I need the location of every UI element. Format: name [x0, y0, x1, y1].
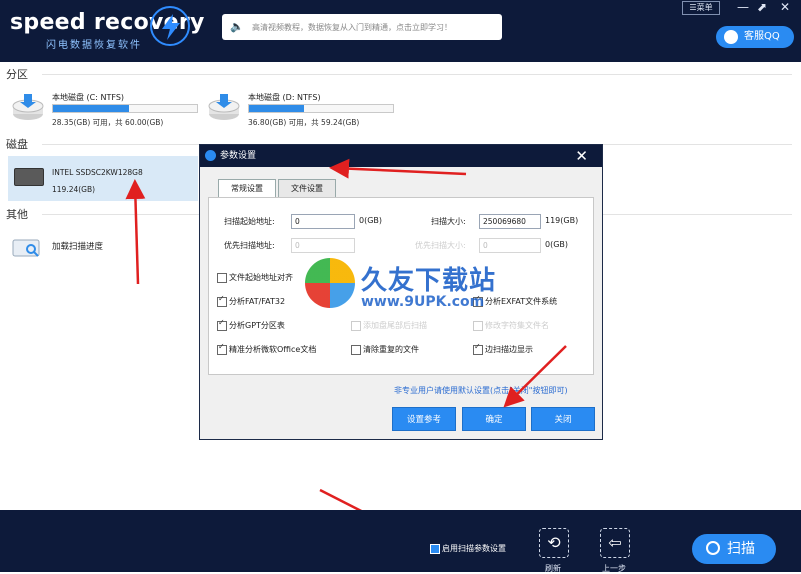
settings-reference-button[interactable]: 设置参考	[392, 407, 456, 431]
scan-size-input[interactable]: 250069680	[479, 214, 541, 229]
drive-usage-bar	[248, 104, 394, 113]
priority-size-label: 优先扫描大小:	[415, 241, 466, 250]
disk-item-selected[interactable]: INTEL SSDSC2KW128G8 119.24(GB)	[8, 156, 198, 201]
bottom-bar: 启用扫描参数设置 ⟲ 刷新 ⇦ 上一步 扫描	[0, 510, 801, 573]
scan-size-unit: 119(GB)	[545, 216, 579, 225]
load-progress-icon	[12, 239, 40, 257]
drive-size: 28.35(GB) 可用，共 60.00(GB)	[52, 118, 164, 127]
file-start-align-checkbox[interactable]: 文件起始地址对齐	[217, 272, 293, 283]
brand-subtitle: 闪电数据恢复软件	[46, 40, 142, 51]
priority-size-input[interactable]: 0	[479, 238, 541, 253]
section-partition: 分区	[6, 66, 792, 82]
dialog-title: 参数设置	[220, 151, 257, 161]
close-icon[interactable]: ✕	[780, 0, 790, 14]
priority-size-unit: 0(GB)	[545, 240, 569, 249]
qq-support-button[interactable]: 客服QQ	[716, 26, 794, 48]
scan-button[interactable]: 扫描	[692, 534, 776, 564]
watermark-url: www.9UPK.com	[361, 294, 485, 310]
tab-general[interactable]: 常规设置	[218, 179, 276, 198]
watermark-text: 久友下载站	[361, 266, 497, 296]
enable-scan-params-checkbox[interactable]: 启用扫描参数设置	[430, 543, 506, 554]
analyze-fat-checkbox[interactable]: 分析FAT/FAT32	[217, 294, 285, 307]
divider	[42, 74, 792, 75]
priority-address-label: 优先扫描地址:	[224, 241, 275, 250]
section-disk-title: 磁盘	[6, 138, 28, 151]
drive-name: 本地磁盘 (C: NTFS)	[52, 93, 125, 102]
dialog-close-icon[interactable]: ✕	[575, 147, 588, 165]
drive-size: 36.80(GB) 可用，共 59.24(GB)	[248, 118, 360, 127]
scan-start-input[interactable]: 0	[291, 214, 355, 229]
hdd-icon	[14, 168, 44, 186]
app-icon	[205, 150, 216, 161]
tutorial-notice[interactable]: 🔈 高清视频教程，数据恢复从入门到精通，点击立即学习！	[222, 14, 502, 40]
dialog-close-button[interactable]: 关闭	[531, 407, 595, 431]
remove-duplicates-checkbox[interactable]: 清除重复的文件	[351, 344, 419, 355]
speaker-icon: 🔈	[230, 20, 244, 33]
section-other-title: 其他	[6, 208, 28, 221]
disk-name: INTEL SSDSC2KW128G8	[52, 168, 143, 177]
qq-penguin-icon	[724, 30, 738, 44]
hard-drive-icon	[208, 94, 240, 120]
menu-button[interactable]: ☰菜单	[682, 1, 720, 15]
drive-usage-fill	[249, 105, 304, 112]
back-label: 上一步	[602, 564, 626, 573]
ok-button[interactable]: 确定	[462, 407, 526, 431]
section-disk: 磁盘	[6, 136, 792, 152]
office-analysis-checkbox[interactable]: 精准分析微软Office文档	[217, 342, 316, 355]
analyze-gpt-checkbox[interactable]: 分析GPT分区表	[217, 318, 285, 331]
scan-start-unit: 0(GB)	[359, 216, 383, 225]
notice-text: 高清视频教程，数据恢复从入门到精通，点击立即学习！	[252, 23, 452, 32]
search-icon	[706, 541, 720, 555]
watermark: 久友下载站 www.9UPK.com	[305, 258, 545, 324]
default-settings-hint[interactable]: 非专业用户请使用默认设置(点击"关闭"按钮即可)	[394, 385, 568, 396]
disk-size: 119.24(GB)	[52, 185, 96, 194]
drive-usage-fill	[53, 105, 130, 112]
hard-drive-icon	[12, 94, 44, 120]
scan-and-show-checkbox[interactable]: 边扫描边显示	[473, 342, 533, 355]
scan-label: 扫描	[727, 541, 755, 557]
section-partition-title: 分区	[6, 68, 28, 81]
tab-file[interactable]: 文件设置	[278, 179, 336, 197]
lightning-logo-icon	[150, 6, 190, 46]
drive-usage-bar	[52, 104, 198, 113]
dialog-title-bar: 参数设置 ✕	[200, 145, 602, 167]
qq-label: 客服QQ	[744, 31, 780, 42]
minimize-icon[interactable]: —	[737, 0, 749, 14]
section-other: 其他	[6, 206, 792, 222]
refresh-label: 刷新	[545, 564, 561, 573]
scan-start-label: 扫描起始地址:	[224, 217, 275, 226]
maximize-icon[interactable]: ⬈	[757, 0, 767, 14]
priority-address-input[interactable]: 0	[291, 238, 355, 253]
scan-size-label: 扫描大小:	[431, 217, 466, 226]
refresh-icon[interactable]: ⟲	[539, 528, 569, 558]
watermark-logo-icon	[305, 258, 355, 308]
title-bar: speed recovery 闪电数据恢复软件 🔈 高清视频教程，数据恢复从入门…	[0, 0, 801, 62]
drive-name: 本地磁盘 (D: NTFS)	[248, 93, 321, 102]
back-icon[interactable]: ⇦	[600, 528, 630, 558]
load-scan-progress[interactable]: 加载扫描进度	[52, 240, 103, 252]
